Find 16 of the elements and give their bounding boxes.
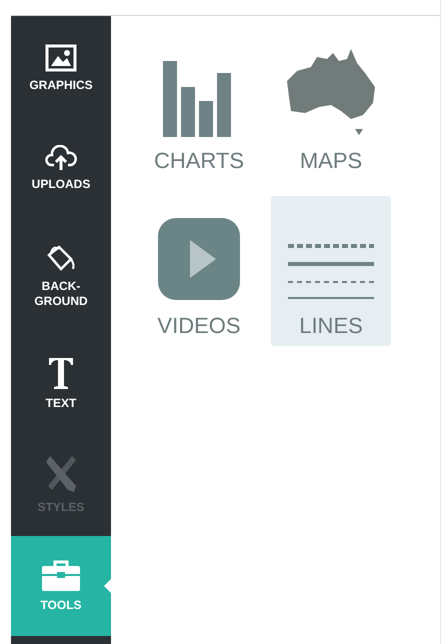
tool-tile[interactable]: VIDEOS (139, 196, 259, 346)
sidebar-tab[interactable]: TEXT (11, 336, 111, 431)
toolbox-icon (41, 560, 81, 592)
serif-t-icon (47, 356, 75, 390)
sidebar-tab[interactable]: GRAPHICS (11, 16, 111, 121)
play-button-icon (156, 216, 242, 302)
tool-tile[interactable]: CHARTS (139, 31, 259, 181)
tool-tile[interactable]: LINES (271, 196, 391, 346)
pointer-notch-icon (104, 579, 111, 593)
image-icon (45, 44, 77, 72)
sidebar-tab[interactable]: UPLOADS (11, 121, 111, 216)
tool-tile[interactable]: MAPS (271, 31, 391, 181)
line-styles-icon (288, 242, 374, 302)
cloud-upload-icon (44, 145, 78, 171)
sidebar-tab[interactable]: TOOLS (11, 536, 111, 636)
sidebar-tab[interactable]: BACK- GROUND (11, 216, 111, 336)
